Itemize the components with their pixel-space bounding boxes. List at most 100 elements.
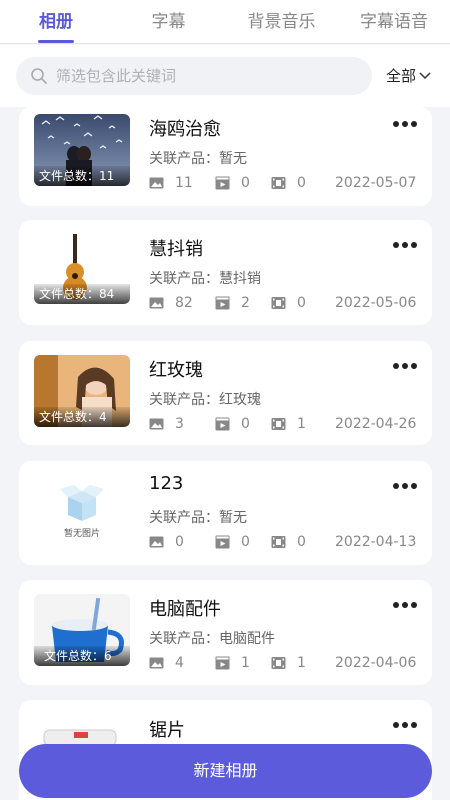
film-icon: [271, 536, 286, 548]
album-thumbnail: 文件总数：6: [34, 594, 130, 666]
filter-dropdown[interactable]: 全部: [386, 65, 431, 86]
linked-product: 关联产品：暂无: [149, 151, 247, 167]
tab-bar: 相册 字幕 背景音乐 字幕语音: [0, 0, 450, 44]
video-icon: [215, 176, 230, 190]
album-stats: 11 0 0 2022-05-07: [149, 175, 419, 191]
tab-background-music[interactable]: 背景音乐: [225, 0, 338, 43]
video-count-value: 1: [241, 655, 250, 671]
clip-count: 0: [271, 175, 306, 191]
search-bar: 全部: [0, 45, 450, 107]
file-count-label: 文件总数：84: [34, 284, 130, 304]
tab-subtitle-voice[interactable]: 字幕语音: [338, 0, 450, 43]
album-stats: 0 0 0 2022-04-13: [149, 534, 419, 550]
album-date: 2022-04-26: [335, 416, 417, 432]
album-title: 电脑配件: [149, 599, 221, 620]
file-count-label: 文件总数：4: [34, 407, 130, 427]
album-stats: 3 0 1 2022-04-26: [149, 416, 419, 432]
more-options-icon[interactable]: [392, 361, 418, 371]
file-count-label: 文件总数：11: [34, 166, 130, 186]
image-count-value: 0: [175, 534, 184, 550]
film-icon: [271, 657, 286, 669]
album-stats: 82 2 0 2022-05-06: [149, 295, 419, 311]
album-thumbnail: 文件总数：11: [34, 114, 130, 186]
album-stats: 4 1 1 2022-04-06: [149, 655, 419, 671]
new-album-button[interactable]: 新建相册: [19, 744, 432, 798]
album-date: 2022-05-07: [335, 175, 417, 191]
album-card[interactable]: 暂无图片 123 关联产品：暂无 0 0 0 2022-04-13: [19, 461, 432, 565]
tab-background-music-label: 背景音乐: [247, 12, 316, 32]
album-title: 锯片: [149, 720, 185, 741]
album-list: 文件总数：11 海鸥治愈 关联产品：暂无 11 0 0 2022-05-07 文…: [0, 107, 450, 800]
image-count: 4: [149, 655, 184, 671]
more-options-icon[interactable]: [392, 600, 418, 610]
video-icon: [215, 417, 230, 431]
album-card[interactable]: 文件总数：4 红玫瑰 关联产品：红玫瑰 3 0 1 2022-04-26: [19, 341, 432, 445]
image-count: 11: [149, 175, 193, 191]
album-thumbnail: 文件总数：84: [34, 232, 130, 304]
more-options-icon[interactable]: [392, 481, 418, 491]
image-icon: [149, 536, 164, 548]
album-title: 123: [149, 473, 184, 494]
clip-count: 0: [271, 534, 306, 550]
film-icon: [271, 177, 286, 189]
album-title: 慧抖销: [149, 239, 203, 260]
linked-product: 关联产品：电脑配件: [149, 631, 275, 647]
clip-count: 1: [271, 416, 306, 432]
image-count-value: 3: [175, 416, 184, 432]
search-input[interactable]: [56, 67, 336, 85]
video-count-value: 0: [241, 534, 250, 550]
video-count: 2: [215, 295, 250, 311]
video-icon: [215, 296, 230, 310]
linked-product: 关联产品：红玫瑰: [149, 392, 261, 408]
album-title: 红玫瑰: [149, 360, 203, 381]
album-card[interactable]: 文件总数：84 慧抖销 关联产品：慧抖销 82 2 0 2022-05-06: [19, 220, 432, 325]
clip-count-value: 0: [297, 534, 306, 550]
more-options-icon[interactable]: [392, 240, 418, 250]
more-options-icon[interactable]: [392, 720, 418, 730]
linked-product: 关联产品：暂无: [149, 510, 247, 526]
tab-subtitle-voice-label: 字幕语音: [360, 12, 428, 32]
filter-label: 全部: [386, 67, 417, 85]
album-date: 2022-05-06: [335, 295, 417, 311]
image-count: 82: [149, 295, 193, 311]
image-count-value: 82: [175, 295, 193, 311]
album-title: 海鸥治愈: [149, 119, 221, 140]
active-tab-indicator: [38, 40, 74, 43]
video-count: 1: [215, 655, 250, 671]
image-count: 0: [149, 534, 184, 550]
clip-count: 0: [271, 295, 306, 311]
more-options-icon[interactable]: [392, 119, 418, 129]
album-card[interactable]: 文件总数：11 海鸥治愈 关联产品：暂无 11 0 0 2022-05-07: [19, 107, 432, 206]
search-box: [16, 57, 372, 95]
album-date: 2022-04-06: [335, 655, 417, 671]
image-count-value: 4: [175, 655, 184, 671]
chevron-down-icon: [419, 71, 431, 79]
linked-product: 关联产品：慧抖销: [149, 271, 261, 287]
video-count-value: 0: [241, 416, 250, 432]
image-icon: [149, 657, 164, 669]
search-icon: [31, 68, 47, 84]
video-count-value: 2: [241, 295, 250, 311]
video-icon: [215, 535, 230, 549]
album-thumbnail: 文件总数：4: [34, 355, 130, 427]
no-image-label: 暂无图片: [63, 529, 100, 539]
video-count: 0: [215, 416, 250, 432]
file-count-label: 文件总数：6: [34, 646, 130, 666]
tab-album[interactable]: 相册: [0, 0, 112, 43]
clip-count: 1: [271, 655, 306, 671]
album-date: 2022-04-13: [335, 534, 417, 550]
image-count-value: 11: [175, 175, 193, 191]
clip-count-value: 1: [297, 655, 306, 671]
image-count: 3: [149, 416, 184, 432]
film-icon: [271, 297, 286, 309]
tab-subtitle-label: 字幕: [151, 12, 186, 32]
image-icon: [149, 297, 164, 309]
album-card[interactable]: 文件总数：6 电脑配件 关联产品：电脑配件 4 1 1 2022-04-06: [19, 580, 432, 685]
tab-subtitle[interactable]: 字幕: [112, 0, 225, 43]
clip-count-value: 0: [297, 175, 306, 191]
album-thumbnail: 暂无图片: [34, 475, 130, 547]
tab-album-label: 相册: [39, 12, 73, 32]
clip-count-value: 1: [297, 416, 306, 432]
video-count-value: 0: [241, 175, 250, 191]
image-icon: [149, 418, 164, 430]
